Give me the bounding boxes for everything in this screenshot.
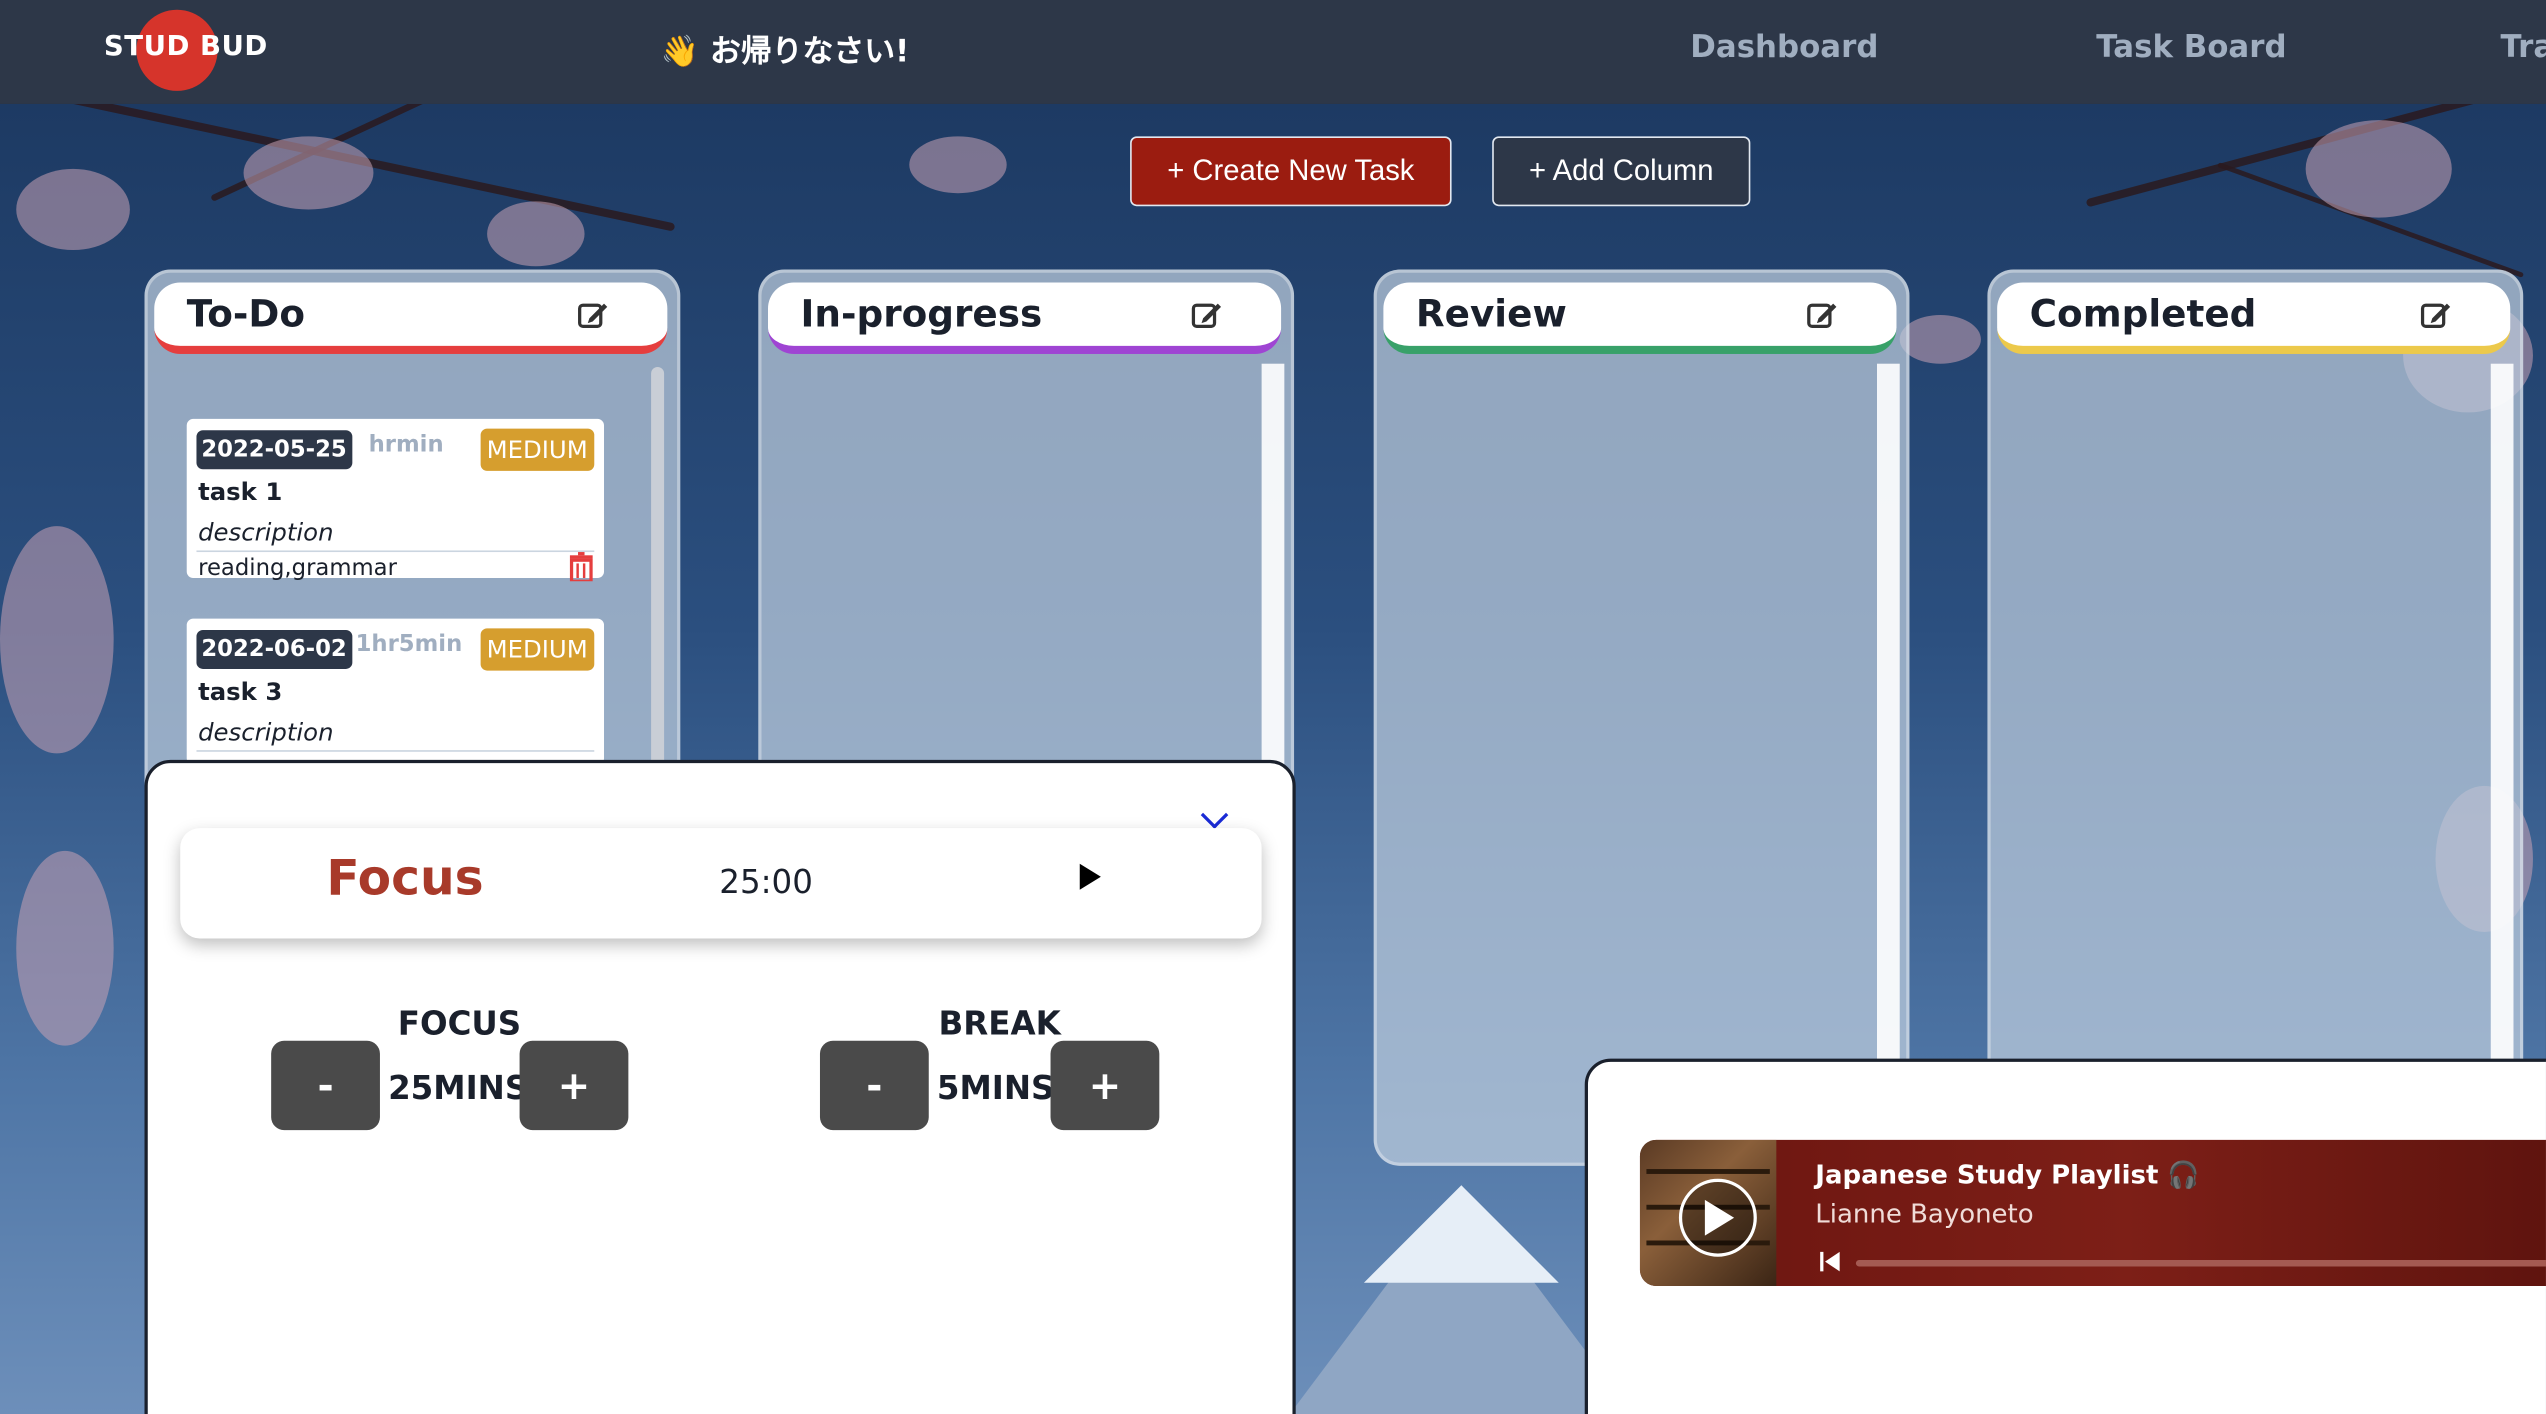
nav-link-truncated[interactable]: Tra	[2500, 29, 2545, 65]
create-task-button[interactable]: + Create New Task	[1130, 136, 1452, 207]
column-todo: To-Do 2022-05-25 hrmin MEDIUM task 1 des…	[144, 269, 681, 822]
playlist-title[interactable]: Japanese Study Playlist 🎧	[1815, 1159, 2199, 1190]
spotify-embed-player: Japanese Study Playlist 🎧 Lianne Bayonet…	[1639, 1139, 2546, 1286]
nav-link-task-board[interactable]: Task Board	[2096, 29, 2286, 65]
column-title: Review	[1415, 293, 1567, 337]
play-icon[interactable]	[1079, 863, 1101, 890]
task-duration: hrmin	[368, 431, 444, 458]
top-navbar: STUD BUD 👋 お帰りなさい! Dashboard Task Board …	[0, 0, 2546, 104]
break-decrease-button[interactable]: -	[819, 1040, 929, 1131]
column-scrollbar[interactable]	[651, 366, 665, 822]
music-panel: Japanese Study Playlist 🎧 Lianne Bayonet…	[1584, 1058, 2546, 1414]
column-header: In-progress	[768, 282, 1282, 354]
add-column-button[interactable]: + Add Column	[1492, 136, 1751, 207]
trash-icon[interactable]	[568, 552, 594, 582]
play-icon[interactable]	[1704, 1199, 1735, 1236]
edit-icon[interactable]	[2419, 299, 2451, 331]
focus-duration-value: 25MINS	[388, 1068, 529, 1108]
column-review: Review	[1373, 269, 1910, 1166]
break-increase-button[interactable]: +	[1050, 1040, 1160, 1131]
timer-countdown: 25:00	[719, 862, 813, 902]
task-date: 2022-06-02	[196, 629, 352, 669]
task-name: task 3	[198, 677, 283, 707]
pomodoro-timer-panel: Focus 25:00 FOCUS - 25MINS + BREAK - 5MI…	[144, 759, 1296, 1414]
nav-link-dashboard[interactable]: Dashboard	[1690, 29, 1878, 65]
skip-back-icon[interactable]	[1819, 1250, 1842, 1273]
column-title: In-progress	[800, 293, 1043, 337]
task-card[interactable]: 2022-05-25 hrmin MEDIUM task 1 descripti…	[186, 418, 605, 582]
app-logo[interactable]: STUD BUD	[104, 31, 268, 63]
mountain-snow	[1363, 1185, 1559, 1283]
chevron-down-icon[interactable]	[1200, 801, 1229, 829]
task-description: description	[198, 517, 334, 548]
divider	[196, 750, 595, 752]
timer-mode-label: Focus	[326, 850, 484, 908]
task-tags: reading,grammar	[198, 555, 397, 582]
column-scrollbar[interactable]	[1876, 363, 1900, 1062]
app-root: STUD BUD 👋 お帰りなさい! Dashboard Task Board …	[0, 0, 2546, 1414]
column-scrollbar[interactable]	[1261, 363, 1285, 822]
task-name: task 1	[198, 477, 283, 507]
task-card[interactable]: 2022-06-02 1hr5min MEDIUM task 3 descrip…	[186, 618, 605, 765]
focus-increase-button[interactable]: +	[519, 1040, 629, 1131]
priority-badge: MEDIUM	[480, 628, 595, 671]
focus-setting-label: FOCUS	[397, 1003, 522, 1043]
column-header: Completed	[1997, 282, 2511, 354]
column-in-progress: In-progress	[758, 269, 1295, 822]
task-description: description	[198, 717, 334, 747]
column-title: To-Do	[186, 293, 306, 337]
playback-progress-bar[interactable]	[1855, 1259, 2546, 1267]
edit-icon[interactable]	[1190, 299, 1222, 331]
column-completed: Completed	[1987, 269, 2524, 1166]
edit-icon[interactable]	[1806, 299, 1838, 331]
break-duration-value: 5MINS	[936, 1068, 1055, 1108]
column-scrollbar[interactable]	[2490, 363, 2514, 1062]
playlist-artist[interactable]: Lianne Bayoneto	[1815, 1198, 2033, 1229]
column-title: Completed	[2029, 293, 2257, 337]
break-setting-label: BREAK	[938, 1003, 1061, 1043]
task-duration: 1hr5min	[355, 631, 463, 658]
edit-icon[interactable]	[576, 299, 608, 331]
priority-badge: MEDIUM	[480, 428, 595, 471]
task-date: 2022-05-25	[196, 430, 352, 470]
welcome-message: 👋 お帰りなさい!	[660, 34, 910, 70]
column-header: Review	[1383, 282, 1897, 354]
timer-display: Focus 25:00	[180, 828, 1262, 939]
column-header: To-Do	[154, 282, 668, 354]
focus-decrease-button[interactable]: -	[271, 1040, 380, 1131]
divider	[196, 550, 595, 553]
